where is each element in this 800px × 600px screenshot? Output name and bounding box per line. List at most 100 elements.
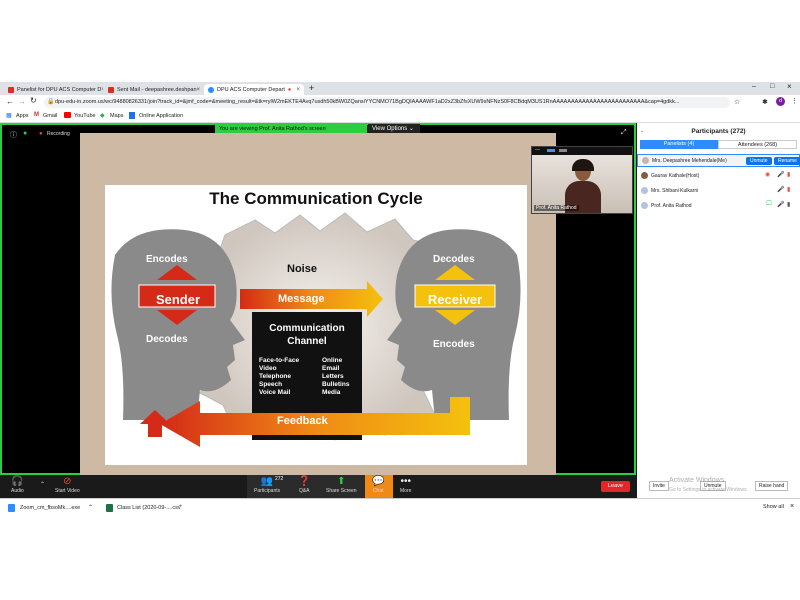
start-video-button[interactable]: ⊘ Start Video xyxy=(55,476,80,494)
participants-panel: ⌄ Participants (272) Panelists (4) Atten… xyxy=(637,123,800,498)
tab-label: Panelist for DPU ACS Computer D xyxy=(17,86,102,93)
gmail-icon xyxy=(8,86,14,93)
fullscreen-icon[interactable]: ⤢ xyxy=(621,129,627,137)
close-icon[interactable]: × xyxy=(296,87,300,93)
download-item-1[interactable]: Zoom_cm_fbsoMk....exe xyxy=(20,505,80,511)
bookmark-youtube[interactable]: YouTube xyxy=(74,113,96,119)
mic-icon: 🎤 xyxy=(777,202,785,208)
message-label: Message xyxy=(278,293,325,305)
info-icon[interactable]: ⓘ xyxy=(10,130,17,140)
avatar xyxy=(641,187,648,194)
minimize-button[interactable]: – xyxy=(752,83,756,90)
channel-item: Video xyxy=(259,365,277,372)
headphones-icon: 🎧 xyxy=(11,476,24,487)
avatar xyxy=(641,202,648,209)
receiver-decodes-label: Decodes xyxy=(433,254,475,265)
channel-list-right: Online Email Letters Bulletins Media xyxy=(322,357,349,397)
invite-button[interactable]: Invite xyxy=(649,481,669,491)
bookmark-maps[interactable]: Maps xyxy=(110,113,123,119)
rename-button[interactable]: Rename xyxy=(774,157,800,165)
profile-avatar[interactable]: d xyxy=(776,97,785,106)
reload-icon[interactable]: ↻ xyxy=(30,96,37,105)
participant-row[interactable]: Gaurav Kathale(Host) ◉ 🎤 ▮ xyxy=(637,170,800,183)
people-icon: 👥 xyxy=(260,476,274,487)
participant-row[interactable]: Mrs. Shibani Kulkarni 🎤 ▮ xyxy=(637,185,800,198)
mic-muted-icon: 🎤 xyxy=(777,172,785,178)
video-off-icon: ▮ xyxy=(787,187,791,193)
bookmark-online-application[interactable]: Online Application xyxy=(139,113,183,119)
chat-button[interactable]: 💬 Chat xyxy=(372,476,384,494)
tab-panelists[interactable]: Panelists (4) xyxy=(640,140,718,149)
activate-windows-subtext: Go to Settings to activate Windows. xyxy=(669,487,748,493)
speaker-video-tile[interactable]: — Prof. Anita Rathod xyxy=(531,146,633,214)
recording-dot-icon: ● xyxy=(287,86,292,93)
mic-muted-icon: 🎤 xyxy=(777,187,785,193)
chat-icon: 💬 xyxy=(372,476,385,487)
bookmark-gmail[interactable]: Gmail xyxy=(43,113,57,119)
share-screen-icon: ⬆ xyxy=(337,476,346,487)
minimize-tile-icon[interactable]: — xyxy=(535,147,540,153)
share-screen-button[interactable]: ⬆ Share Screen xyxy=(326,476,357,494)
view-toggle-icon[interactable] xyxy=(559,149,567,152)
show-all-link[interactable]: Show all xyxy=(763,504,784,510)
participant-name: Mrs. Deepashree Mehendale(Me) xyxy=(652,158,727,164)
close-icon[interactable]: × xyxy=(197,87,201,93)
forward-icon[interactable]: → xyxy=(18,97,26,106)
channel-title: Communication Channel xyxy=(269,323,345,347)
chevron-up-icon[interactable]: ⌃ xyxy=(88,504,93,511)
banner-text: You are viewing Prof. Anita Rathod's scr… xyxy=(219,126,326,132)
tab-label: DPU ACS Computer Depart xyxy=(217,86,285,93)
channel-item: Letters xyxy=(322,373,344,380)
back-icon[interactable]: ← xyxy=(6,97,14,106)
participant-row-self[interactable]: Mrs. Deepashree Mehendale(Me) Unmute Ren… xyxy=(637,154,800,167)
tab-label: Sent Mail - deepashree.deshpan xyxy=(117,86,197,93)
gmail-icon xyxy=(108,86,114,93)
tab-attendees[interactable]: Attendees (268) xyxy=(718,140,797,149)
window-close-button[interactable]: × xyxy=(787,82,792,91)
avatar xyxy=(642,157,649,164)
participant-row[interactable]: Prof. Anita Rathod 🖵 🎤 ▮ xyxy=(637,200,800,213)
more-icon: ••• xyxy=(400,476,411,487)
channel-item: Speech xyxy=(259,381,283,388)
browser-tab-1[interactable]: Panelist for DPU ACS Computer D × xyxy=(4,84,103,95)
participants-count: 272 xyxy=(275,476,284,482)
unmute-button[interactable]: Unmute xyxy=(746,157,772,165)
channel-item: Online xyxy=(322,357,343,364)
slide-title: The Communication Cycle xyxy=(209,189,423,208)
download-item-2[interactable]: Class List (2020-09-....csv xyxy=(117,505,181,511)
channel-item: Face-to-Face xyxy=(259,357,300,364)
extensions-icon[interactable]: ✱ xyxy=(762,98,768,106)
close-icon[interactable]: × xyxy=(790,503,794,510)
video-tile-header: — xyxy=(532,147,632,155)
audio-caret-icon[interactable]: ⌃ xyxy=(40,481,45,488)
view-toggle-icon[interactable] xyxy=(547,149,555,152)
apps-grid-icon: ▦ xyxy=(6,113,12,119)
channel-item: Voice Mail xyxy=(259,389,291,396)
file-icon xyxy=(106,504,113,512)
sender-encodes-label: Encodes xyxy=(146,254,188,265)
browser-tab-3-active[interactable]: DPU ACS Computer Depart ● × xyxy=(204,84,304,95)
video-off-icon: ⊘ xyxy=(63,476,72,487)
chevron-up-icon[interactable]: ⌃ xyxy=(178,504,183,511)
url-field[interactable]: dpu-edu-in.zoom.us/wc/94880826331/join?t… xyxy=(44,97,730,108)
new-tab-button[interactable]: + xyxy=(309,83,314,93)
bookmark-apps[interactable]: Apps xyxy=(16,113,29,119)
close-icon[interactable]: × xyxy=(101,87,103,93)
file-icon xyxy=(8,504,15,512)
shield-icon[interactable]: ● xyxy=(23,130,27,137)
star-icon[interactable]: ☆ xyxy=(734,98,740,106)
menu-icon[interactable]: ⋮ xyxy=(791,97,798,105)
browser-tab-bar: Panelist for DPU ACS Computer D × Sent M… xyxy=(0,82,800,95)
audio-button[interactable]: 🎧 Audio xyxy=(11,476,24,494)
raise-hand-button[interactable]: Raise hand xyxy=(755,481,789,491)
maps-icon: ◆ xyxy=(100,113,105,119)
channel-item: Email xyxy=(322,365,340,372)
leave-button[interactable]: Leave xyxy=(601,481,630,492)
qa-button[interactable]: ❓ Q&A xyxy=(298,476,310,494)
gmail-icon: M xyxy=(34,112,39,118)
more-button[interactable]: ••• More xyxy=(400,476,411,494)
video-off-icon: ▮ xyxy=(787,172,791,178)
browser-tab-2[interactable]: Sent Mail - deepashree.deshpan × xyxy=(104,84,203,95)
channel-list-left: Face-to-Face Video Telephone Speech Voice Ma… xyxy=(259,357,299,397)
maximize-button[interactable]: □ xyxy=(770,83,774,90)
